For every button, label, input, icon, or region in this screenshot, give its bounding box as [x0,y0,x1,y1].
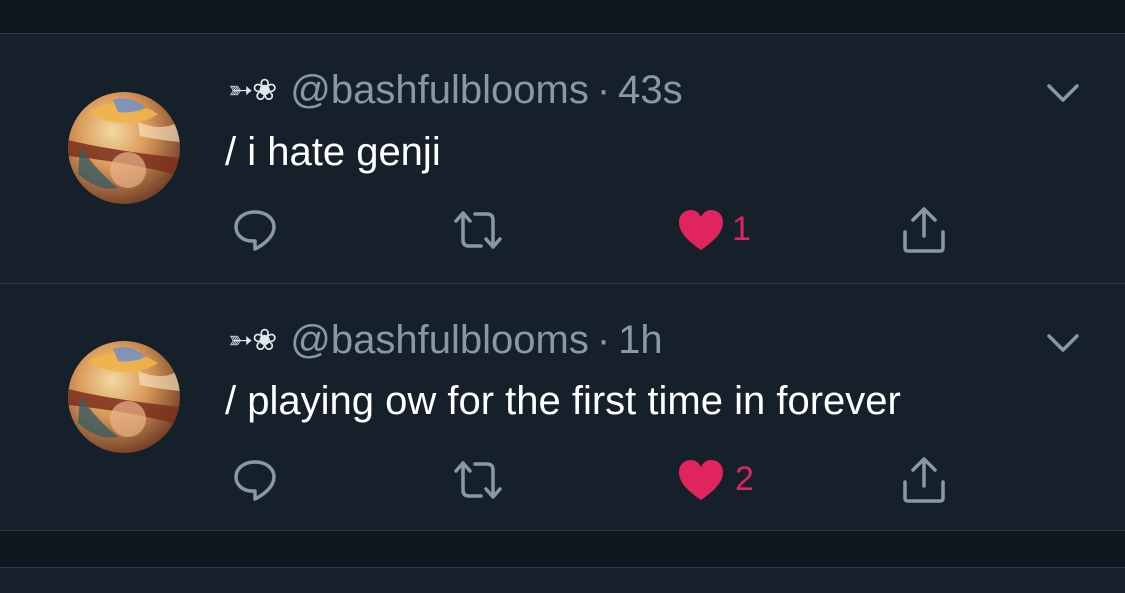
retweet-button[interactable] [452,204,504,256]
bottom-strip [0,531,1125,567]
retweet-button[interactable] [452,454,504,506]
display-name[interactable]: ➳❀ [228,323,277,358]
timestamp[interactable]: 43s [618,68,683,113]
reply-icon [234,460,276,501]
reply-button[interactable] [229,204,281,256]
display-name[interactable]: ➳❀ [228,73,277,108]
handle[interactable]: @bashfulblooms [290,68,589,113]
heart-icon [679,210,723,250]
tweet[interactable]: ➳❀ @bashfulblooms · 1h / playing ow for … [0,284,1125,534]
tweet-header: ➳❀ @bashfulblooms · 1h [228,315,663,365]
retweet-icon [454,211,502,249]
chevron-down-icon[interactable] [1043,330,1083,356]
tweet-text: / i hate genji [225,130,441,174]
next-tweet-edge [0,568,1125,593]
avatar[interactable] [68,92,180,204]
reply-icon [234,210,276,251]
chevron-down-icon[interactable] [1043,80,1083,106]
share-button[interactable] [898,204,950,256]
share-icon [903,457,945,503]
like-count: 2 [735,460,754,498]
tweet-text: / playing ow for the first time in forev… [225,379,901,423]
separator-dot: · [596,67,611,112]
retweet-icon [454,461,502,499]
avatar[interactable] [68,341,180,453]
top-strip [0,0,1125,33]
reply-button[interactable] [229,454,281,506]
tweet-header: ➳❀ @bashfulblooms · 43s [228,65,683,115]
like-count: 1 [732,210,751,248]
tweet[interactable]: ➳❀ @bashfulblooms · 43s / i hate genji 1 [0,34,1125,284]
share-button[interactable] [898,454,950,506]
separator-dot: · [596,317,611,362]
like-button[interactable] [675,204,727,256]
timestamp[interactable]: 1h [618,318,663,363]
like-button[interactable] [675,454,727,506]
share-icon [903,207,945,253]
heart-icon [679,460,723,500]
handle[interactable]: @bashfulblooms [290,318,589,363]
